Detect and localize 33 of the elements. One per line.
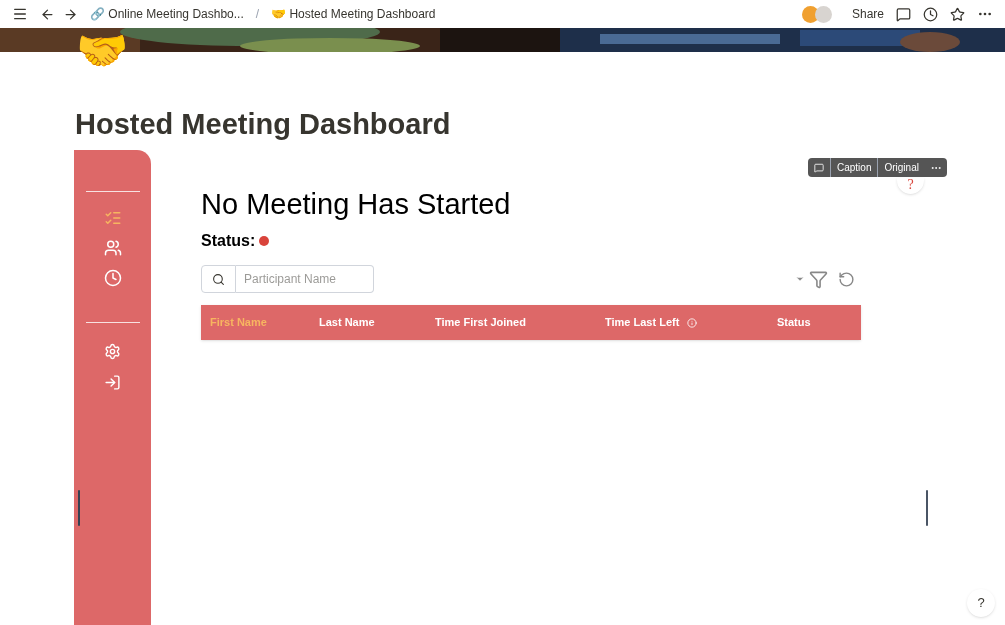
sign-in-icon[interactable] [104, 374, 121, 391]
gear-icon[interactable] [104, 343, 121, 360]
avatar [814, 5, 832, 23]
comment-icon[interactable] [896, 6, 911, 22]
help-button[interactable]: ? [967, 589, 995, 617]
breadcrumb-link[interactable]: 🤝 Hosted Meeting Dashboard [271, 5, 436, 23]
search-button[interactable] [201, 265, 236, 293]
search-icon [212, 272, 225, 286]
refresh-icon[interactable] [838, 270, 855, 288]
breadcrumb-link[interactable]: 🔗 Online Meeting Dashbo... [90, 5, 244, 23]
breadcrumb-separator: / [255, 6, 260, 23]
help-marker[interactable]: ? [897, 178, 924, 194]
info-icon[interactable] [687, 317, 698, 328]
share-button[interactable]: Share [851, 5, 884, 23]
back-icon[interactable] [40, 6, 55, 22]
dropdown-caret-icon[interactable] [795, 274, 805, 284]
avatar [801, 5, 819, 23]
star-icon[interactable] [950, 6, 965, 22]
search-field[interactable]: Participant Name [236, 265, 374, 293]
page-title: Hosted Meeting Dashboard [75, 110, 452, 139]
people-icon[interactable] [103, 239, 122, 257]
status-label: Status: [201, 231, 256, 251]
page-icon: 🤝 [76, 30, 128, 72]
scroll-handle[interactable] [926, 490, 928, 526]
toolbar-button[interactable]: Original [877, 158, 925, 177]
checklist-icon[interactable] [103, 209, 122, 227]
filter-icon[interactable] [809, 269, 828, 289]
menu-icon[interactable] [12, 6, 28, 22]
scroll-handle[interactable] [78, 490, 80, 526]
forward-icon[interactable] [63, 6, 78, 22]
toolbar-button[interactable]: Caption [830, 158, 878, 177]
clock-icon[interactable] [923, 6, 938, 22]
dashboard-heading: No Meeting Has Started [201, 190, 512, 219]
